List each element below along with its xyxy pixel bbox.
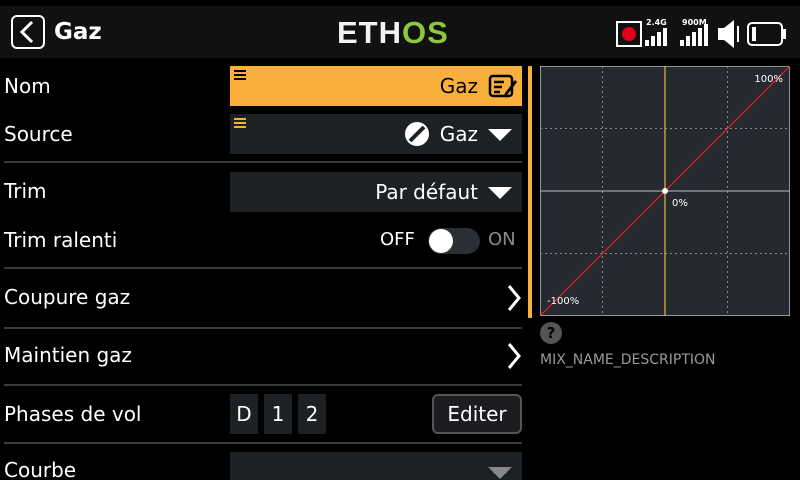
name-label: Nom — [4, 74, 51, 98]
signal-24g-icon: 2.4G — [645, 18, 667, 46]
mixer-form: Nom Gaz Source Gaz Trim Par défaut Trim … — [0, 60, 530, 480]
signal-900m-label: 900M — [682, 18, 707, 27]
help-icon[interactable]: ? — [540, 322, 562, 344]
idle-trim-off-label: OFF — [380, 229, 415, 250]
speaker-icon — [718, 20, 739, 48]
flight-mode-2[interactable]: 2 — [298, 394, 326, 434]
edit-icon — [488, 74, 517, 98]
mix-description: MIX_NAME_DESCRIPTION — [540, 352, 716, 368]
signal-900m-icon: 900M — [680, 18, 708, 46]
trim-dropdown[interactable]: Par défaut — [230, 172, 522, 212]
divider — [4, 442, 522, 444]
toggle-knob — [429, 229, 453, 253]
trim-label: Trim — [4, 179, 47, 203]
row-throttle-cut[interactable]: Coupure gaz — [0, 270, 530, 328]
row-source: Source Gaz — [0, 110, 530, 168]
flight-modes-label: Phases de vol — [4, 402, 142, 426]
flight-mode-1[interactable]: 1 — [264, 394, 292, 434]
source-label: Source — [4, 122, 73, 146]
chevron-right-icon — [507, 343, 521, 369]
name-field[interactable]: Gaz — [230, 66, 522, 106]
chevron-right-icon — [507, 285, 521, 311]
grip-icon — [234, 70, 246, 82]
triangle-down-icon — [488, 129, 512, 141]
curve-dropdown[interactable] — [230, 452, 522, 480]
idle-trim-toggle[interactable] — [428, 228, 480, 254]
signal-24g-label: 2.4G — [646, 18, 667, 27]
status-icons: 2.4G 900M — [616, 18, 786, 48]
divider — [4, 161, 522, 163]
graph-center-label: 0% — [672, 198, 688, 209]
name-value: Gaz — [439, 74, 478, 98]
graph-bottom-label: -100% — [547, 296, 579, 307]
source-value: Gaz — [439, 122, 478, 146]
grip-icon — [234, 118, 246, 130]
page-title: Gaz — [54, 19, 102, 45]
triangle-down-icon — [488, 467, 512, 479]
curve-graph: 100% 0% -100% — [540, 66, 790, 316]
scrollbar[interactable] — [528, 66, 532, 318]
ethos-logo: ETHOS — [337, 15, 449, 50]
curve-label: Courbe — [4, 458, 77, 480]
throttle-hold-label: Maintien gaz — [4, 343, 132, 367]
idle-trim-on-label: ON — [488, 229, 516, 250]
edit-flight-modes-button[interactable]: Editer — [432, 394, 522, 434]
flight-mode-d[interactable]: D — [230, 394, 258, 434]
battery-icon — [747, 22, 786, 46]
back-button[interactable] — [11, 15, 45, 49]
chevron-left-icon — [19, 20, 34, 44]
row-throttle-hold[interactable]: Maintien gaz — [0, 328, 530, 386]
trim-value: Par défaut — [375, 180, 478, 204]
record-icon — [616, 21, 642, 47]
graph-top-label: 100% — [754, 74, 783, 85]
idle-trim-label: Trim ralenti — [4, 228, 118, 252]
top-bar: Gaz ETHOS 2.4G 900M — [0, 0, 800, 60]
divider — [4, 267, 522, 269]
triangle-down-icon — [488, 187, 512, 199]
divider — [4, 384, 522, 386]
source-dropdown[interactable]: Gaz — [230, 114, 522, 154]
slash-circle-icon — [405, 122, 429, 146]
throttle-cut-label: Coupure gaz — [4, 285, 131, 309]
curve-point — [662, 188, 668, 194]
